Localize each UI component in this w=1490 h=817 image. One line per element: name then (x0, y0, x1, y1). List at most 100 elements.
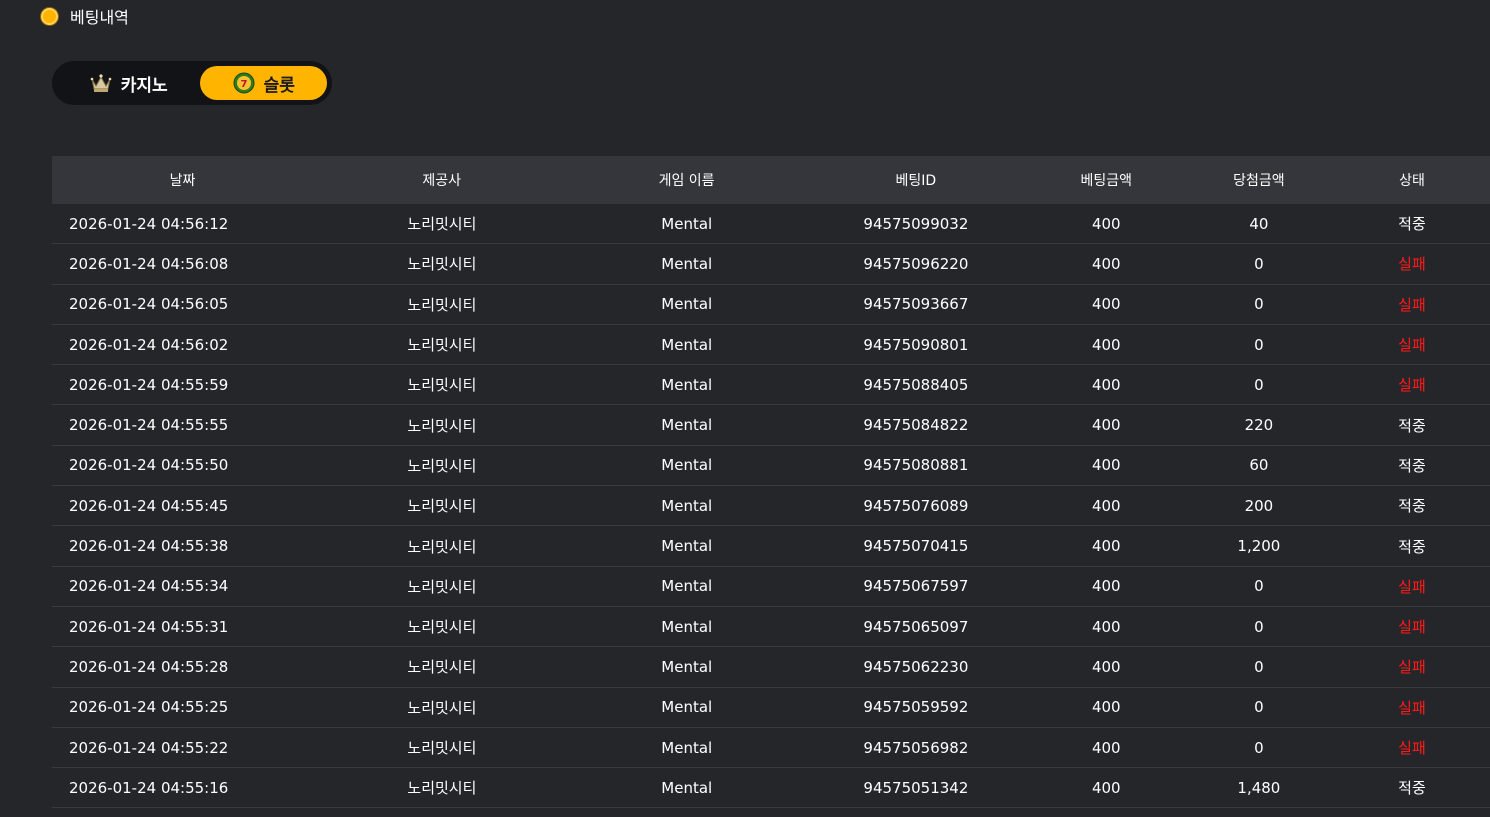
cell-game-name: Mental (661, 778, 713, 797)
table-row: 2026-01-24 04:56:12 노리밋시티 Mental 9457509903… (52, 204, 1490, 245)
cell-game-name: Mental (661, 738, 713, 757)
status-badge: 적중 (1398, 416, 1426, 435)
cell-game-name: Mental (661, 537, 713, 556)
cell-bet-id: 94575059592 (863, 698, 969, 717)
cell-date: 2026-01-24 04:55:59 (69, 375, 229, 394)
status-badge: 적중 (1398, 497, 1426, 516)
cell-provider: 노리밋시티 (407, 295, 477, 314)
table-row: 2026-01-24 04:55:59 노리밋시티 Mental 9457508840… (52, 365, 1490, 406)
col-status[interactable]: 상태 (1334, 170, 1490, 190)
cell-bet-amount: 400 (1091, 295, 1121, 314)
status-badge: 실패 (1398, 376, 1426, 395)
status-badge: 적중 (1398, 537, 1426, 556)
cell-bet-id: 94575084822 (863, 416, 969, 435)
cell-date: 2026-01-24 04:55:16 (69, 778, 229, 797)
col-game-name[interactable]: 게임 이름 (570, 170, 803, 190)
table-body: 2026-01-24 04:56:12 노리밋시티 Mental 9457509903… (52, 204, 1490, 809)
page-title: 베팅내역 (70, 8, 129, 27)
cell-win-amount: 0 (1254, 335, 1264, 354)
cell-win-amount: 0 (1254, 254, 1264, 273)
cell-date: 2026-01-24 04:55:38 (69, 537, 229, 556)
cell-date: 2026-01-24 04:55:34 (69, 577, 229, 596)
cell-win-amount: 0 (1254, 375, 1264, 394)
cell-date: 2026-01-24 04:55:55 (69, 416, 229, 435)
cell-date: 2026-01-24 04:55:28 (69, 657, 229, 676)
cell-game-name: Mental (661, 295, 713, 314)
cell-game-name: Mental (661, 698, 713, 717)
cell-bet-id: 94575090801 (863, 335, 969, 354)
cell-win-amount: 40 (1249, 214, 1269, 233)
status-badge: 실패 (1398, 658, 1426, 677)
status-badge: 실패 (1398, 618, 1426, 637)
col-win-amount[interactable]: 당첨금액 (1184, 170, 1334, 190)
cell-provider: 노리밋시티 (407, 739, 477, 757)
status-badge: 실패 (1398, 739, 1426, 757)
col-date[interactable]: 날짜 (52, 170, 313, 190)
table-row: 2026-01-24 04:55:55 노리밋시티 Mental 9457508482… (52, 405, 1490, 446)
cell-win-amount: 0 (1254, 617, 1264, 636)
game-type-tabs: 카지노 7 슬롯 (52, 61, 332, 105)
cell-bet-id: 94575067597 (863, 577, 969, 596)
table-row: 2026-01-24 04:55:28 노리밋시티 Mental 9457506223… (52, 647, 1490, 688)
table-row: 2026-01-24 04:55:16 노리밋시티 Mental 9457505134… (52, 768, 1490, 809)
table-header: 날짜 제공사 게임 이름 베팅ID 베팅금액 당첨금액 상태 (52, 156, 1490, 204)
cell-win-amount: 1,200 (1237, 537, 1281, 556)
cell-bet-id: 94575093667 (863, 295, 969, 314)
svg-text:7: 7 (240, 79, 247, 90)
cell-provider: 노리밋시티 (407, 779, 477, 798)
status-badge: 실패 (1398, 336, 1426, 355)
cell-provider: 노리밋시티 (407, 215, 477, 234)
cell-win-amount: 200 (1244, 496, 1274, 515)
cell-bet-id: 94575080881 (863, 456, 969, 475)
cell-bet-id: 94575056982 (863, 738, 969, 757)
cell-game-name: Mental (661, 577, 713, 596)
cell-date: 2026-01-24 04:55:31 (69, 617, 229, 636)
tab-casino[interactable]: 카지노 (57, 66, 200, 100)
cell-game-name: Mental (661, 335, 713, 354)
cell-provider: 노리밋시티 (407, 537, 477, 556)
tab-slot[interactable]: 7 슬롯 (200, 66, 327, 100)
cell-bet-id: 94575065097 (863, 617, 969, 636)
cell-date: 2026-01-24 04:55:50 (69, 456, 229, 475)
col-bet-amount[interactable]: 베팅금액 (1029, 170, 1184, 190)
cell-game-name: Mental (661, 416, 713, 435)
status-badge: 적중 (1398, 779, 1426, 798)
cell-date: 2026-01-24 04:56:08 (69, 254, 229, 273)
status-badge: 실패 (1398, 698, 1426, 717)
cell-bet-amount: 400 (1091, 778, 1121, 797)
slot-seven-icon: 7 (233, 72, 255, 94)
cell-win-amount: 0 (1254, 657, 1264, 676)
cell-bet-id: 94575088405 (863, 375, 969, 394)
table-row: 2026-01-24 04:55:22 노리밋시티 Mental 9457505698… (52, 728, 1490, 769)
cell-game-name: Mental (661, 254, 713, 273)
cell-provider: 노리밋시티 (407, 698, 477, 717)
betting-table: 날짜 제공사 게임 이름 베팅ID 베팅금액 당첨금액 상태 2026-01-2… (52, 156, 1490, 809)
cell-bet-amount: 400 (1091, 496, 1121, 515)
cell-date: 2026-01-24 04:56:05 (69, 295, 229, 314)
status-badge: 적중 (1398, 456, 1426, 475)
col-provider[interactable]: 제공사 (313, 170, 570, 190)
tab-slot-label: 슬롯 (263, 75, 295, 96)
cell-bet-amount: 400 (1091, 657, 1121, 676)
table-row: 2026-01-24 04:56:08 노리밋시티 Mental 9457509622… (52, 244, 1490, 285)
col-bet-id[interactable]: 베팅ID (803, 170, 1029, 190)
cell-win-amount: 220 (1244, 416, 1274, 435)
cell-date: 2026-01-24 04:55:22 (69, 738, 229, 757)
cell-provider: 노리밋시티 (407, 416, 477, 435)
table-row: 2026-01-24 04:55:45 노리밋시티 Mental 9457507608… (52, 486, 1490, 527)
cell-date: 2026-01-24 04:56:02 (69, 335, 229, 354)
cell-bet-id: 94575062230 (863, 657, 969, 676)
status-dot-icon (41, 7, 58, 25)
cell-provider: 노리밋시티 (407, 618, 477, 637)
cell-game-name: Mental (661, 496, 713, 515)
cell-date: 2026-01-24 04:55:25 (69, 698, 229, 717)
cell-provider: 노리밋시티 (407, 497, 477, 516)
cell-bet-id: 94575070415 (863, 537, 969, 556)
cell-win-amount: 60 (1249, 456, 1269, 475)
table-row: 2026-01-24 04:55:50 노리밋시티 Mental 9457508088… (52, 446, 1490, 487)
cell-provider: 노리밋시티 (407, 336, 477, 355)
cell-game-name: Mental (661, 456, 713, 475)
cell-game-name: Mental (661, 657, 713, 676)
section-header: 베팅내역 (41, 5, 129, 27)
cell-bet-id: 94575099032 (863, 214, 969, 233)
